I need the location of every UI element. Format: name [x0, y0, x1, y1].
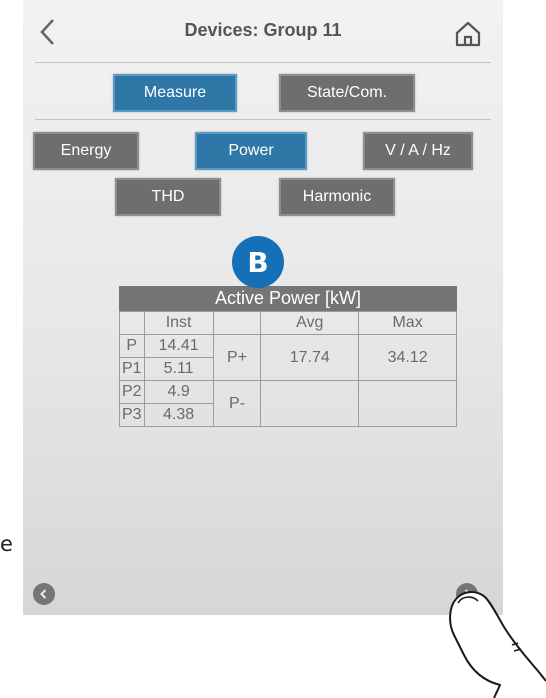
home-icon	[455, 21, 481, 47]
header-inst: Inst	[143, 311, 214, 335]
page-prev-button[interactable]	[33, 583, 55, 605]
table-row: P 14.41 P+ 17.74 34.12	[119, 334, 457, 381]
row-label: P1	[119, 357, 145, 381]
tab-state-com[interactable]: State/Com.	[279, 74, 415, 112]
category-energy[interactable]: Energy	[33, 132, 139, 170]
table-header-row: Inst Avg Max	[119, 311, 457, 335]
inst-value: 4.9	[143, 380, 214, 404]
page-title: Devices: Group 11	[184, 20, 342, 40]
inst-value: 14.41	[143, 334, 214, 358]
row-label: P	[119, 334, 145, 358]
category-power[interactable]: Power	[195, 132, 307, 170]
pminus-label: P-	[212, 380, 262, 427]
annotation-badge: B	[232, 236, 284, 288]
pminus-max	[358, 380, 457, 427]
pplus-max: 34.12	[358, 334, 457, 381]
pplus-avg: 17.74	[260, 334, 360, 381]
tabs-divider	[35, 119, 491, 120]
tab-measure[interactable]: Measure	[113, 74, 237, 112]
header-empty-cell	[212, 311, 262, 335]
active-power-table: Inst Avg Max P 14.41 P+ 17.74 34.12 P1 5…	[119, 311, 457, 427]
row-label: P2	[119, 380, 145, 404]
inst-value: 5.11	[143, 357, 214, 381]
pplus-label: P+	[212, 334, 262, 381]
nav-left-icon	[40, 589, 47, 599]
inst-value: 4.38	[143, 403, 214, 427]
header: Devices: Group 11	[23, 0, 503, 62]
header-max: Max	[358, 311, 457, 335]
category-vah[interactable]: V / A / Hz	[363, 132, 473, 170]
device-screen: Devices: Group 11 Measure State/Com. Ene…	[23, 0, 503, 615]
category-thd[interactable]: THD	[115, 178, 221, 216]
category-harmonic[interactable]: Harmonic	[279, 178, 395, 216]
header-divider	[35, 62, 491, 63]
header-avg: Avg	[260, 311, 360, 335]
home-button[interactable]	[453, 19, 483, 49]
side-text: e	[0, 532, 13, 556]
row-label: P3	[119, 403, 145, 427]
pminus-avg	[260, 380, 360, 427]
table-title: Active Power [kW]	[119, 286, 457, 311]
table-row: P2 4.9 P-	[119, 380, 457, 427]
header-empty-cell	[119, 311, 145, 335]
pointing-hand-icon	[449, 591, 546, 698]
